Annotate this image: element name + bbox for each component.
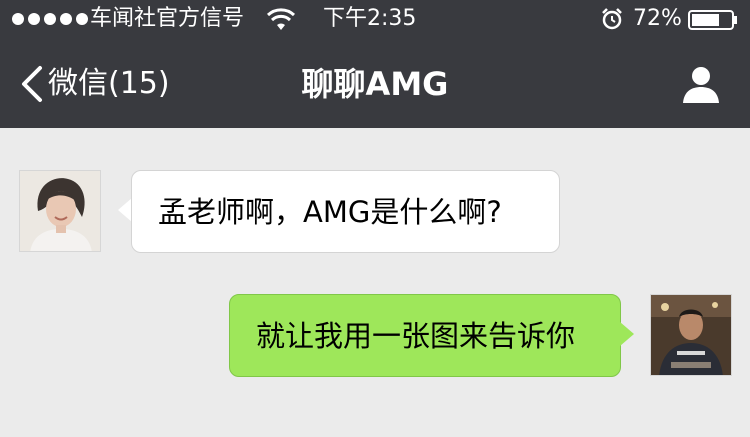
user-avatar-image [651,295,731,375]
signal-strength-icon [12,13,88,25]
incoming-message-bubble[interactable]: 孟老师啊，AMG是什么啊? [131,170,560,253]
avatar[interactable] [19,170,101,252]
chat-area: 孟老师啊，AMG是什么啊? 就让我用一张图来告诉你 [0,128,750,437]
carrier-name: 车闻社官方信号 [90,6,245,31]
back-label: 微信(15) [48,66,170,101]
profile-icon[interactable] [682,64,720,104]
outgoing-message-bubble[interactable]: 就让我用一张图来告诉你 [229,294,621,377]
chevron-left-icon [22,66,42,102]
message-text: 孟老师啊，AMG是什么啊? [158,195,502,229]
alarm-icon [602,8,622,30]
clock: 下午2:35 [323,6,417,31]
battery-icon [688,10,737,30]
incoming-bubble-tail [118,198,132,222]
battery-percentage: 72% [633,6,682,31]
contact-avatar-image [20,171,100,251]
top-bar: 车闻社官方信号 下午2:35 72% 微信(15) 聊聊AMG [0,0,750,128]
status-bar: 车闻社官方信号 下午2:35 72% [0,0,750,40]
wifi-icon [266,8,296,30]
back-button[interactable]: 微信(15) [18,64,170,104]
avatar[interactable] [650,294,732,376]
chat-title: 聊聊AMG [301,65,449,103]
message-text: 就让我用一张图来告诉你 [256,319,576,353]
outgoing-bubble-tail [620,322,634,346]
